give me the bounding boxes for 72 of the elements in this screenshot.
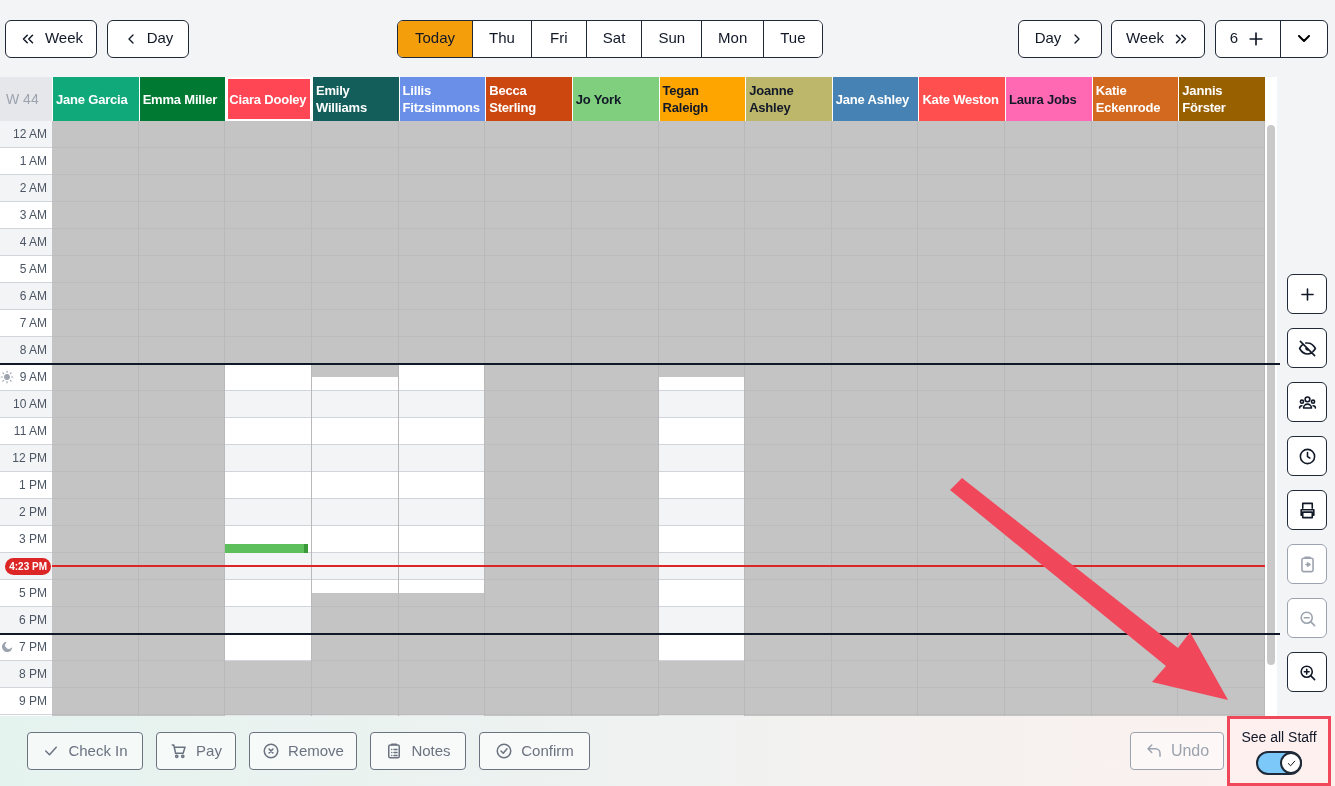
action-button[interactable]: Remove	[249, 732, 357, 770]
available-slot[interactable]	[658, 620, 745, 634]
hour-label: 3 PM	[19, 531, 47, 548]
toolbar-button[interactable]	[1287, 652, 1327, 692]
hour-label: 4 AM	[19, 234, 47, 251]
hour-label: 7 PM	[19, 639, 47, 656]
toolbar-button[interactable]	[1287, 436, 1327, 476]
next-week-button[interactable]: Week	[1111, 19, 1205, 58]
hour-label: 1 AM	[19, 153, 47, 170]
staff-header[interactable]: Emily Williams	[312, 77, 399, 121]
moon-icon	[0, 640, 14, 654]
hour-label: 8 AM	[19, 342, 47, 359]
toolbar-button[interactable]	[1287, 328, 1327, 368]
action-button[interactable]: Notes	[370, 732, 466, 770]
current-time-badge: 4:23 PM	[5, 557, 51, 575]
undo-arrow-icon	[1144, 742, 1163, 760]
toggle-label: See all Staff	[1241, 728, 1317, 747]
action-button[interactable]: Check In	[27, 732, 143, 770]
day-tab[interactable]: Tue	[763, 20, 822, 57]
clock-icon	[1297, 446, 1317, 466]
see-all-staff-toggle[interactable]	[1256, 751, 1302, 775]
hour-label: 2 PM	[19, 504, 47, 521]
hour-label: 8 PM	[19, 666, 47, 683]
staff-header[interactable]: Laura Jobs	[1006, 77, 1092, 121]
hour-label: 5 PM	[19, 585, 47, 602]
staff-header[interactable]: Joanne Ashley	[746, 77, 832, 121]
hour-label: 7 AM	[19, 315, 47, 332]
day-tab[interactable]: Sun	[641, 20, 702, 57]
scrollbar[interactable]	[1267, 125, 1275, 665]
staff-header[interactable]: Jane Ashley	[832, 77, 919, 121]
toolbar-button[interactable]	[1287, 490, 1327, 530]
sun-icon	[0, 370, 14, 384]
day-tab[interactable]: Thu	[472, 20, 531, 57]
staff-header[interactable]: Jo York	[572, 77, 659, 121]
next-day-button[interactable]: Day	[1018, 19, 1102, 58]
hour-label: 5 AM	[19, 261, 47, 278]
hour-label: 12 AM	[12, 126, 47, 143]
action-button[interactable]: Pay	[156, 732, 236, 770]
hour-label: 12 PM	[12, 450, 47, 467]
week-label: W 44	[0, 77, 52, 121]
hour-label: 1 PM	[19, 477, 47, 494]
staff-header[interactable]: Becca Sterling	[486, 77, 572, 121]
zoom-in-icon	[1297, 662, 1317, 682]
hour-label: 10 AM	[12, 396, 47, 413]
circle-check-icon	[495, 742, 514, 760]
day-tab[interactable]: Today	[398, 20, 472, 57]
previous-day-button[interactable]: Day	[107, 19, 189, 58]
cart-icon	[170, 742, 189, 760]
staff-header[interactable]: Katie Eckenrode	[1092, 77, 1179, 121]
action-button[interactable]: Confirm	[479, 732, 590, 770]
staff-header[interactable]: Jannis Förster	[1179, 77, 1265, 121]
day-tab[interactable]: Fri	[530, 20, 586, 57]
day-tab[interactable]: Mon	[701, 20, 764, 57]
hour-label: 11 AM	[13, 423, 47, 440]
hour-label: 6 PM	[19, 612, 47, 629]
previous-week-button[interactable]: Week	[5, 19, 97, 58]
hour-label: 2 AM	[19, 180, 47, 197]
printer-icon	[1297, 500, 1317, 520]
hour-label: 3 AM	[19, 207, 47, 224]
hour-label: 9 PM	[19, 693, 47, 710]
staff-header[interactable]: Emma Miller	[139, 77, 226, 121]
available-slot[interactable]	[225, 620, 311, 634]
hour-label: 9 AM	[19, 369, 47, 386]
chevron-down-icon	[1298, 35, 1310, 42]
circle-x-icon	[262, 742, 281, 760]
hour-label: 6 AM	[19, 288, 47, 305]
toolbar-button[interactable]	[1287, 274, 1327, 314]
day-tab[interactable]: Sat	[585, 20, 642, 57]
eye-slash-icon	[1297, 338, 1317, 358]
staff-header[interactable]: Tegan Raleigh	[659, 77, 746, 121]
zoom-out-icon	[1297, 608, 1317, 628]
toolbar-button[interactable]	[1287, 382, 1327, 422]
